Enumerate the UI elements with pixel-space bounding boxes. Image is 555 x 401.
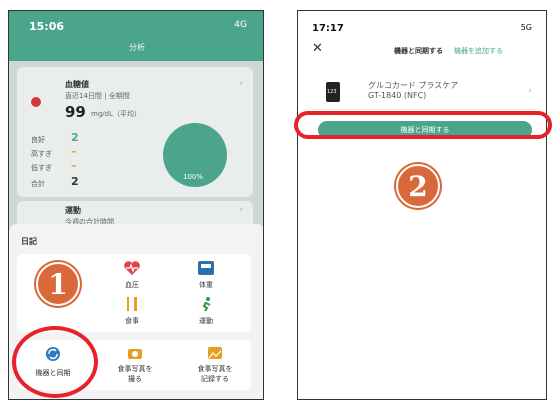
status-time: 15:06 xyxy=(29,20,65,33)
device-row[interactable]: 123 グルコカード プラスケア GT-1840 (NFC) › xyxy=(310,74,536,110)
chevron-right-icon: › xyxy=(239,79,243,89)
fork-knife-icon xyxy=(127,297,137,311)
app-header: 15:06 4G 分析 xyxy=(9,11,263,61)
scale-icon xyxy=(198,261,214,275)
take-meal-photo-button[interactable]: 食事写真を 撮る xyxy=(107,344,163,386)
quick-action-label: 食事写真を 記録する xyxy=(197,365,233,383)
row-count: – xyxy=(71,145,77,158)
network-status: 5G xyxy=(520,23,532,32)
device-name: グルコカード プラスケア xyxy=(368,81,459,90)
heart-pulse-icon xyxy=(124,261,140,275)
row-count: – xyxy=(71,159,77,172)
blood-drop-icon xyxy=(31,97,41,107)
add-device-link[interactable]: 機器を追加する xyxy=(454,46,503,56)
glucose-card[interactable]: 血糖値 直近14日間 | 全期間 99 mg/dL（平均） › 良好 2 高すぎ… xyxy=(17,67,253,197)
chevron-right-icon: › xyxy=(528,86,532,96)
row-label: 良好 xyxy=(31,136,45,144)
glucose-value: 99 xyxy=(65,103,86,121)
glucose-meter-icon: 123 xyxy=(326,82,340,102)
photo-icon xyxy=(208,347,222,359)
highlight-circle xyxy=(12,326,98,398)
diary-item-weight[interactable]: 体重 xyxy=(181,258,231,292)
diary-item-label: 食事 xyxy=(125,317,139,325)
glucose-heading: 血糖値 xyxy=(65,80,89,89)
status-time: 17:17 xyxy=(312,23,344,34)
row-label: 高すぎ xyxy=(31,150,52,158)
diary-item-label: 血圧 xyxy=(125,281,139,289)
step-badge-2: 2 xyxy=(396,164,440,208)
diary-item-label: 運動 xyxy=(199,317,213,325)
diary-item-meal[interactable]: 食事 xyxy=(107,294,157,328)
row-count: 2 xyxy=(71,131,79,144)
meter-display: 123 xyxy=(327,89,337,95)
row-label: 合計 xyxy=(31,180,45,188)
chevron-right-icon: › xyxy=(239,205,243,215)
page-title: 分析 xyxy=(129,43,145,52)
diary-item-blood-pressure[interactable]: 血圧 xyxy=(107,258,157,292)
donut-percent: 100% xyxy=(183,173,204,181)
highlight-pill xyxy=(294,111,552,139)
network-status: 4G xyxy=(234,20,247,30)
runner-icon xyxy=(202,297,211,312)
diary-item-exercise[interactable]: 運動 xyxy=(181,294,231,328)
glucose-subtitle: 直近14日間 | 全期間 xyxy=(65,92,130,100)
quick-action-label: 食事写真を 撮る xyxy=(117,365,153,383)
row-count: 2 xyxy=(71,175,79,188)
page-title: 機器と同期する xyxy=(394,47,443,55)
step-badge-1: 1 xyxy=(36,262,80,306)
close-icon[interactable]: ✕ xyxy=(312,41,323,56)
glucose-unit: mg/dL（平均） xyxy=(91,110,141,118)
device-model: GT-1840 (NFC) xyxy=(368,91,427,100)
diary-title: 日記 xyxy=(21,237,37,246)
exercise-heading: 運動 xyxy=(65,206,81,215)
row-label: 低すぎ xyxy=(31,164,52,172)
diary-item-label: 体重 xyxy=(199,281,213,289)
record-meal-photo-button[interactable]: 食事写真を 記録する xyxy=(187,344,243,386)
camera-icon xyxy=(128,349,142,359)
